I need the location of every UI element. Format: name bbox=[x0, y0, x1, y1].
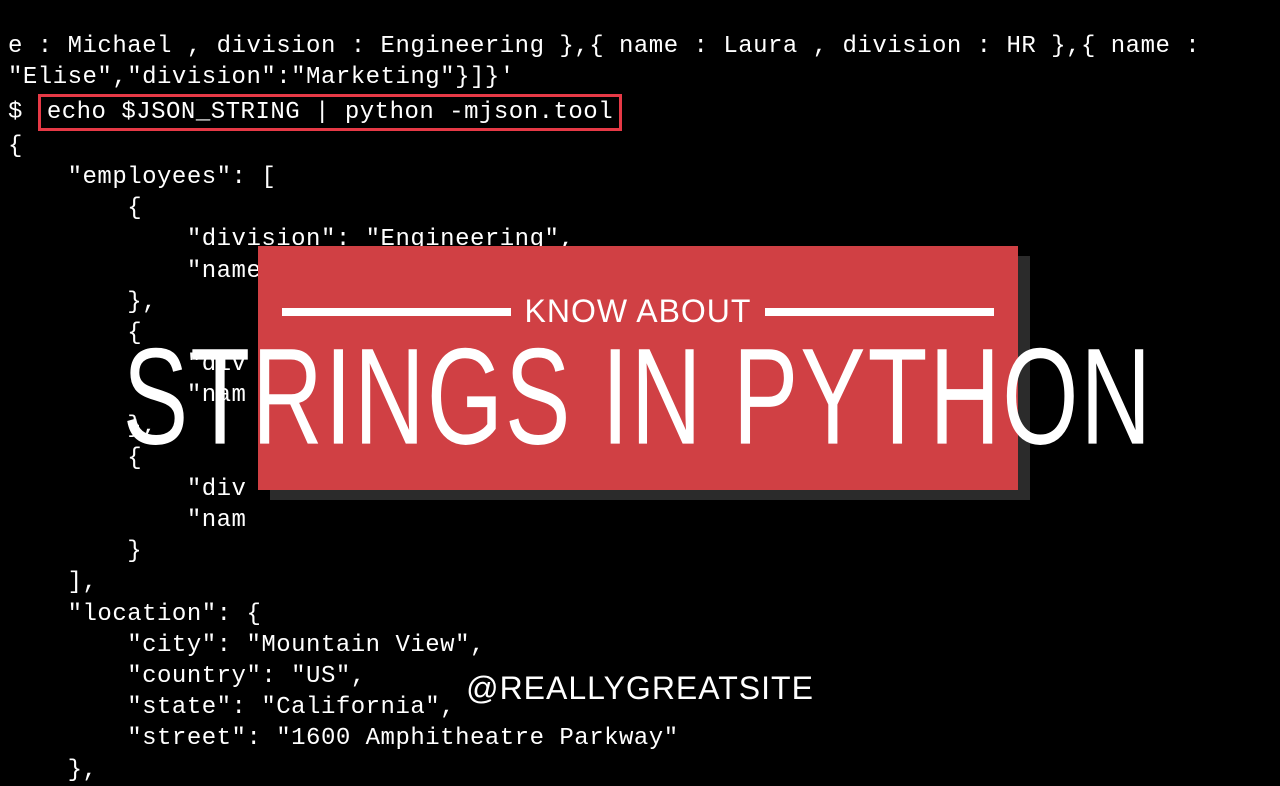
shell-prompt: $ bbox=[8, 99, 38, 126]
social-handle: @REALLYGREATSITE bbox=[466, 668, 814, 710]
kicker-line-right bbox=[765, 308, 994, 316]
code-fragment-line: "Elise","division":"Marketing"}]}' bbox=[8, 64, 515, 91]
headline-text: STRINGS IN PYTHON bbox=[123, 327, 1153, 464]
title-banner: KNOW ABOUT STRINGS IN PYTHON bbox=[258, 246, 1018, 490]
code-fragment-line: e : Michael , division : Engineering },{… bbox=[8, 33, 1200, 60]
kicker-line-left bbox=[282, 308, 511, 316]
highlighted-command: echo $JSON_STRING | python -mjson.tool bbox=[38, 94, 622, 131]
